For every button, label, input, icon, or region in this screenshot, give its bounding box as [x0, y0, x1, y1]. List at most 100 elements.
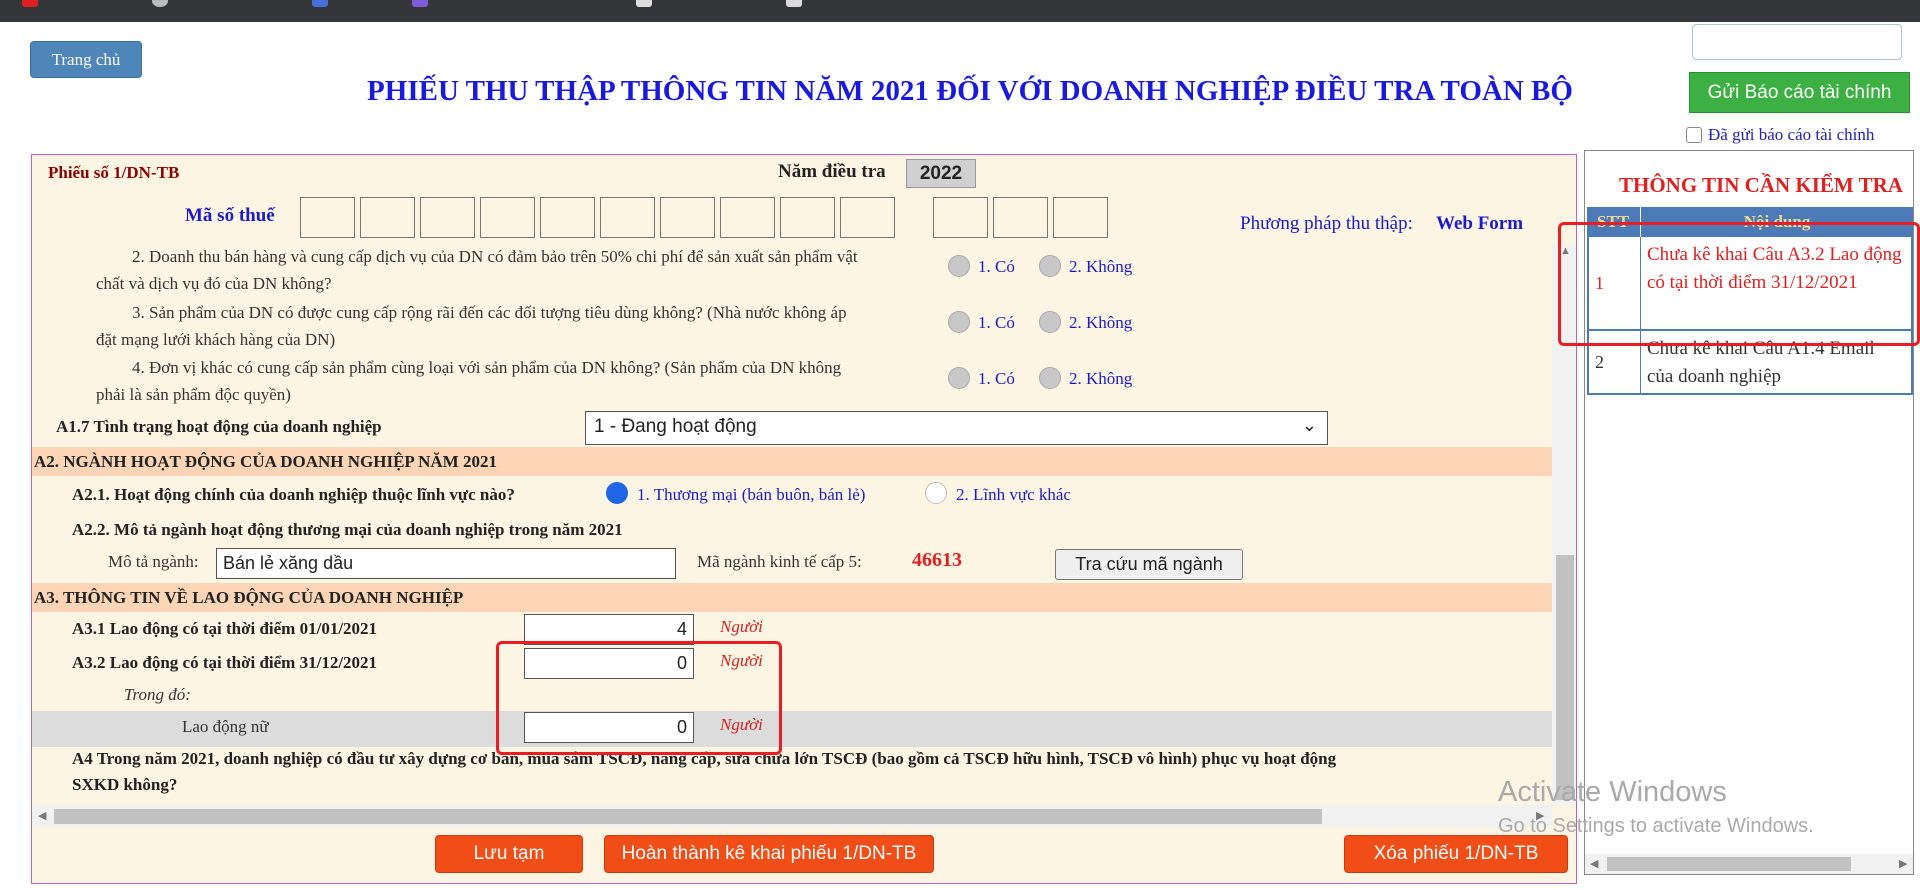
- a21-other-radio[interactable]: [925, 482, 947, 504]
- tax-code-digit[interactable]: [993, 197, 1048, 238]
- tax-code-digit[interactable]: [720, 197, 775, 238]
- check-table: STT Nội dung 1 Chưa kê khai Câu A3.2 Lao…: [1587, 207, 1913, 395]
- form-vertical-scrollbar[interactable]: ▲: [1552, 245, 1576, 805]
- a4-line1: A4 Trong năm 2021, doanh nghiệp có đầu t…: [72, 749, 1337, 768]
- check-row[interactable]: 1 Chưa kê khai Câu A3.2 Lao động có tại …: [1587, 237, 1913, 331]
- tax-code-digit[interactable]: [780, 197, 835, 238]
- bookmark-item[interactable]: [312, 0, 328, 7]
- tax-code-digit[interactable]: [1053, 197, 1108, 238]
- tax-code-digit[interactable]: [840, 197, 895, 238]
- bookmark-icon: [312, 0, 328, 7]
- tax-code-digit[interactable]: [540, 197, 595, 238]
- check-row[interactable]: 2 Chưa kê khai Câu A1.4 Email của doanh …: [1587, 331, 1913, 395]
- question-3: 3. Sản phẩm của DN có được cung cấp rộng…: [96, 299, 996, 353]
- question-3-line2: đặt mạng lưới khách hàng của DN): [96, 330, 336, 349]
- q3-yes-radio[interactable]: [948, 311, 970, 333]
- check-row-stt: 1: [1589, 237, 1641, 329]
- industry-lookup-button[interactable]: Tra cứu mã ngành: [1055, 549, 1243, 580]
- tax-code-digit[interactable]: [300, 197, 355, 238]
- q3-no-radio[interactable]: [1039, 311, 1061, 333]
- q4-yes-label: 1. Có: [978, 369, 1015, 388]
- question-2-line1: 2. Doanh thu bán hàng và cung cấp dịch v…: [132, 247, 858, 266]
- bookmark-item[interactable]: [786, 0, 802, 7]
- bookmark-item[interactable]: [412, 0, 428, 7]
- q2-yes-label: 1. Có: [978, 257, 1015, 276]
- industry-code-label: Mã ngành kinh tế cấp 5:: [697, 552, 862, 571]
- q4-yes-radio[interactable]: [948, 367, 970, 389]
- industry-code-value: 46613: [912, 549, 962, 571]
- film-icon: [786, 0, 802, 7]
- windows-watermark-subtitle: Go to Settings to activate Windows.: [1498, 815, 1814, 837]
- female-labor-input[interactable]: 0: [524, 712, 694, 743]
- tax-code-digit[interactable]: [360, 197, 415, 238]
- a21-other-label: 2. Lĩnh vực khác: [956, 485, 1071, 504]
- of-which-label: Trong đó:: [124, 685, 191, 704]
- form-vertical-scroll-thumb[interactable]: [1556, 555, 1574, 800]
- check-info-panel: THÔNG TIN CẦN KIỂM TRA STT Nội dung 1 Ch…: [1584, 150, 1914, 875]
- female-labor-unit: Người: [720, 715, 763, 734]
- page-title: PHIẾU THU THẬP THÔNG TIN NĂM 2021 ĐỐI VỚ…: [367, 75, 1573, 107]
- top-search-input[interactable]: [1692, 24, 1902, 60]
- a4-line2: SXKD không?: [72, 775, 178, 794]
- chevron-down-icon: ⌄: [1301, 415, 1317, 435]
- survey-form-scroll-area: Phiếu số 1/DN-TB Năm điều tra 2022 Mã số…: [32, 155, 1552, 805]
- bookmark-item[interactable]: [152, 0, 168, 7]
- scroll-right-icon[interactable]: ▶: [1899, 857, 1907, 870]
- a32-label: A3.2 Lao động có tại thời điểm 31/12/202…: [72, 653, 378, 672]
- q4-no-radio[interactable]: [1039, 367, 1061, 389]
- check-row-stt: 2: [1589, 331, 1641, 393]
- check-row-content[interactable]: Chưa kê khai Câu A1.4 Email của doanh ng…: [1641, 331, 1911, 393]
- form-horizontal-scroll-thumb[interactable]: [54, 809, 1322, 824]
- operating-status-select[interactable]: 1 - Đang hoạt động ⌄: [585, 411, 1328, 445]
- a21-trade-radio[interactable]: [606, 482, 628, 504]
- a21-label: A2.1. Hoạt động chính của doanh nghiệp t…: [72, 485, 515, 504]
- sent-report-label: Đã gửi báo cáo tài chính: [1708, 125, 1875, 144]
- question-4-line1: 4. Đơn vị khác có cung cấp sản phẩm cùng…: [132, 358, 842, 377]
- a22-label: A2.2. Mô tả ngành hoạt động thương mại c…: [72, 520, 623, 539]
- sent-report-checkbox-row[interactable]: Đã gửi báo cáo tài chính: [1686, 125, 1874, 145]
- a31-input[interactable]: 4: [524, 614, 694, 645]
- tax-code-digit[interactable]: [600, 197, 655, 238]
- a32-input[interactable]: 0: [524, 648, 694, 679]
- q2-no-radio[interactable]: [1039, 255, 1061, 277]
- tax-code-digit[interactable]: [420, 197, 475, 238]
- operating-status-value: 1 - Đang hoạt động: [594, 416, 757, 437]
- question-2: 2. Doanh thu bán hàng và cung cấp dịch v…: [96, 243, 996, 297]
- form-horizontal-scrollbar[interactable]: ◀ ▶: [32, 805, 1552, 827]
- method-label: Phương pháp thu thập:: [1240, 213, 1413, 234]
- industry-desc-input[interactable]: Bán lẻ xăng dầu: [216, 548, 676, 579]
- tax-code-digit[interactable]: [480, 197, 535, 238]
- complete-form-button[interactable]: Hoàn thành kê khai phiếu 1/DN-TB: [604, 835, 934, 873]
- panel-horizontal-scroll-thumb[interactable]: [1607, 857, 1851, 871]
- sent-report-checkbox[interactable]: [1686, 127, 1702, 143]
- delete-form-button[interactable]: Xóa phiếu 1/DN-TB: [1344, 835, 1568, 873]
- save-draft-button[interactable]: Lưu tạm: [435, 835, 583, 873]
- panel-horizontal-scrollbar[interactable]: ◀ ▶: [1585, 854, 1913, 874]
- col-stt: STT: [1587, 207, 1641, 237]
- q3-yes-label: 1. Có: [978, 313, 1015, 332]
- question-4-line2: phải là sản phẩm độc quyền): [96, 385, 291, 404]
- youtube-icon: [22, 0, 38, 7]
- question-2-line2: chất và dịch vụ đó của DN không?: [96, 274, 332, 293]
- bookmark-youtube[interactable]: [22, 0, 38, 7]
- bookmarks-bar: [0, 0, 1920, 22]
- globe-icon: [152, 0, 168, 7]
- a32-unit: Người: [720, 651, 763, 670]
- send-financial-report-button[interactable]: Gửi Báo cáo tài chính: [1689, 72, 1910, 113]
- bookmark-item[interactable]: [636, 0, 652, 7]
- a21-trade-label: 1. Thương mại (bán buôn, bán lẻ): [637, 485, 866, 504]
- film-icon: [636, 0, 652, 7]
- industry-desc-label: Mô tả ngành:: [108, 552, 199, 571]
- col-content: Nội dung: [1743, 212, 1811, 231]
- q3-no-label: 2. Không: [1069, 313, 1133, 332]
- home-button[interactable]: Trang chủ: [30, 41, 142, 78]
- check-row-content[interactable]: Chưa kê khai Câu A3.2 Lao động có tại th…: [1641, 237, 1911, 329]
- bookmark-icon: [412, 0, 428, 7]
- q2-yes-radio[interactable]: [948, 255, 970, 277]
- scroll-up-icon[interactable]: ▲: [1560, 245, 1571, 257]
- tax-code-digit[interactable]: [933, 197, 988, 238]
- scroll-left-icon[interactable]: ◀: [1590, 857, 1598, 870]
- scroll-left-icon[interactable]: ◀: [38, 809, 46, 822]
- tax-code-digit[interactable]: [660, 197, 715, 238]
- a31-label: A3.1 Lao động có tại thời điểm 01/01/202…: [72, 619, 378, 638]
